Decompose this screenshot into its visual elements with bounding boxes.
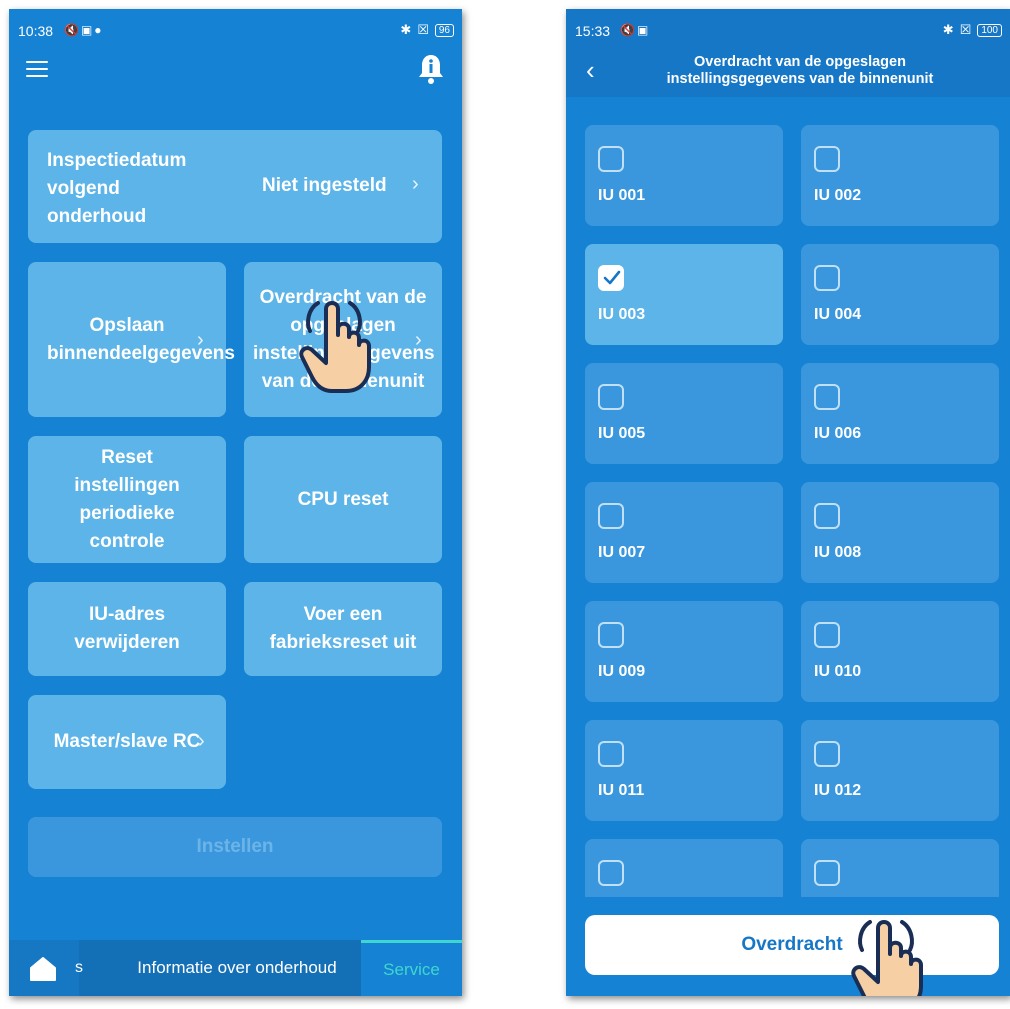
iu-label: IU 005	[598, 425, 646, 442]
header: ‹ Overdracht van de opgeslagen instellin…	[566, 49, 1010, 97]
inspection-date-label: Inspectiedatum volgend onderhoud	[47, 150, 187, 227]
phone-screen-transfer: 15:33 🔇▣ ✱ ☒ 100 ‹ Overdracht van de opg…	[566, 9, 1010, 996]
checkbox[interactable]	[814, 622, 840, 648]
iu-tile[interactable]: IU 004	[801, 244, 999, 345]
menu-icon[interactable]	[26, 61, 48, 77]
master-slave-rc-card[interactable]: Master/slave RC ›	[28, 695, 226, 789]
iu-tile[interactable]: IU 010	[801, 601, 999, 702]
reset-periodic-check-card[interactable]: Reset instellingen periodieke controle	[28, 436, 226, 563]
chevron-right-icon: ›	[197, 329, 204, 351]
iu-tile-partial[interactable]	[801, 839, 999, 897]
system-icons: ✱ ☒ 96	[400, 22, 454, 38]
cpu-reset-card[interactable]: CPU reset	[244, 436, 442, 563]
cpu-reset-label: CPU reset	[297, 488, 389, 510]
delete-iu-address-label: IU-adres verwijderen	[74, 604, 180, 653]
nav-tab-service[interactable]: Service	[361, 940, 462, 996]
iu-tile-selected[interactable]: IU 003	[585, 244, 783, 345]
battery-icon: 96	[434, 23, 454, 37]
iu-tile[interactable]: IU 011	[585, 720, 783, 821]
master-slave-rc-label: Master/slave RC	[53, 731, 201, 752]
chevron-right-icon: ›	[415, 329, 422, 351]
checkbox[interactable]	[598, 860, 624, 886]
sim-icon: ☒	[959, 22, 972, 37]
page-title: Overdracht van de opgeslagen instellings…	[666, 54, 934, 87]
checkbox[interactable]	[598, 622, 624, 648]
back-chevron-icon[interactable]: ‹	[586, 57, 595, 83]
checkbox[interactable]	[598, 384, 624, 410]
status-bar: 15:33 🔇▣ ✱ ☒ 100	[566, 9, 1010, 49]
factory-reset-label: Voer een fabrieksreset uit	[269, 604, 417, 653]
notification-icons: 🔇▣	[620, 23, 651, 37]
nav-tab-truncated[interactable]: s	[75, 959, 83, 977]
status-bar: 10:38 🔇▣● ✱ ☒ 96	[9, 9, 462, 49]
nav-home[interactable]	[9, 940, 79, 996]
iu-tile-partial[interactable]	[585, 839, 783, 897]
checkbox[interactable]	[814, 503, 840, 529]
home-icon	[30, 957, 56, 981]
chevron-right-icon: ›	[412, 173, 419, 195]
iu-label: IU 002	[814, 187, 862, 204]
chevron-right-icon: ›	[198, 730, 205, 752]
set-button[interactable]: Instellen	[28, 817, 442, 877]
system-icons: ✱ ☒ 100	[943, 22, 1002, 38]
iu-tile[interactable]: IU 005	[585, 363, 783, 464]
iu-label: IU 011	[598, 782, 645, 799]
battery-icon: 100	[977, 23, 1002, 37]
bluetooth-icon: ✱	[942, 22, 954, 37]
tap-hand-icon	[299, 301, 371, 393]
iu-label: IU 003	[598, 306, 646, 323]
save-indoor-data-label: Opslaan binnendeelgegevens	[47, 314, 235, 364]
iu-tile[interactable]: IU 009	[585, 601, 783, 702]
iu-tile[interactable]: IU 012	[801, 720, 999, 821]
checkmark-icon	[603, 270, 621, 285]
inspection-date-card[interactable]: Inspectiedatum volgend onderhoud Niet in…	[28, 130, 442, 243]
status-time: 15:33	[575, 23, 611, 39]
iu-label: IU 008	[814, 544, 862, 561]
iu-label: IU 004	[814, 306, 862, 323]
phone-screen-maintenance: 10:38 🔇▣● ✱ ☒ 96 Inspectiedatum volgend …	[9, 9, 462, 996]
iu-label: IU 009	[598, 663, 646, 680]
iu-tile[interactable]: IU 001	[585, 125, 783, 226]
reset-periodic-check-label: Reset instellingen periodieke controle	[74, 446, 180, 552]
notification-icons: 🔇▣●	[64, 23, 104, 37]
bluetooth-icon: ✱	[400, 22, 412, 37]
status-time: 10:38	[18, 23, 54, 39]
iu-label: IU 012	[814, 782, 862, 799]
checkbox[interactable]	[814, 384, 840, 410]
nav-tab-maintenance-info[interactable]: Informatie over onderhoud	[111, 940, 363, 996]
checkbox-checked[interactable]	[598, 265, 624, 291]
iu-label: IU 006	[814, 425, 862, 442]
bell-info-icon[interactable]	[416, 53, 446, 85]
inspection-date-value: Niet ingesteld	[262, 175, 387, 196]
checkbox[interactable]	[598, 146, 624, 172]
iu-tile[interactable]: IU 002	[801, 125, 999, 226]
delete-iu-address-card[interactable]: IU-adres verwijderen	[28, 582, 226, 676]
checkbox[interactable]	[814, 860, 840, 886]
iu-label: IU 007	[598, 544, 646, 561]
iu-tile[interactable]: IU 006	[801, 363, 999, 464]
bottom-nav: s Informatie over onderhoud Service	[9, 940, 462, 996]
checkbox[interactable]	[814, 265, 840, 291]
checkbox[interactable]	[598, 741, 624, 767]
iu-tile[interactable]: IU 007	[585, 482, 783, 583]
iu-label: IU 001	[598, 187, 646, 204]
save-indoor-data-card[interactable]: Opslaan binnendeelgegevens ›	[28, 262, 235, 417]
checkbox[interactable]	[814, 741, 840, 767]
tap-hand-icon	[851, 920, 923, 996]
transfer-button-label: Overdracht	[741, 934, 843, 955]
sim-icon: ☒	[417, 22, 429, 37]
factory-reset-card[interactable]: Voer een fabrieksreset uit	[244, 582, 442, 676]
transfer-button[interactable]: Overdracht	[585, 915, 999, 975]
checkbox[interactable]	[598, 503, 624, 529]
checkbox[interactable]	[814, 146, 840, 172]
iu-label: IU 010	[814, 663, 862, 680]
iu-tile[interactable]: IU 008	[801, 482, 999, 583]
